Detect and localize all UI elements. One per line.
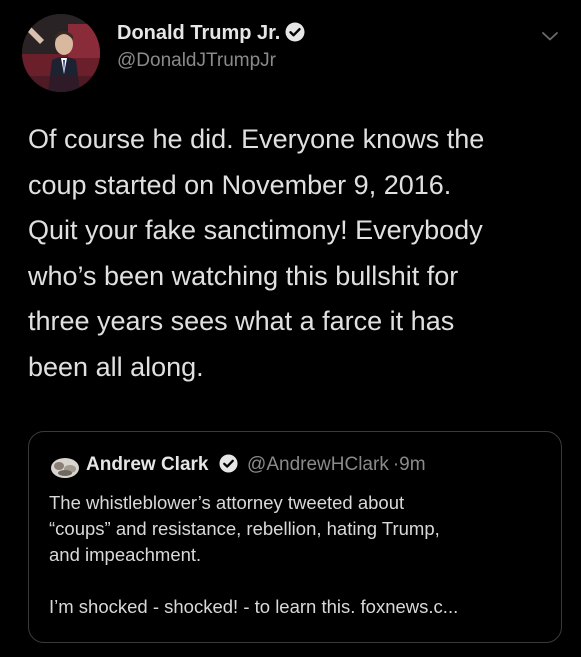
quoted-author-avatar — [50, 457, 80, 479]
verified-badge-icon — [219, 454, 238, 479]
verified-badge-icon — [285, 22, 305, 48]
quoted-text-line: The whistleblower’s attorney tweeted abo… — [49, 492, 405, 513]
tweet-text-line: coup started on November 9, 2016. — [28, 169, 452, 200]
quoted-author-name[interactable]: Andrew Clark — [86, 454, 208, 475]
tweet-text-line: been all along. — [28, 351, 204, 382]
author-name-row[interactable]: Donald Trump Jr. — [117, 22, 305, 48]
tweet-body: Of course he did. Everyone knows the cou… — [28, 117, 568, 390]
quoted-text-line: I’m shocked - shocked! - to learn this. … — [49, 596, 459, 617]
quoted-tweet-header: Andrew Clark @AndrewHClark ·9m — [86, 454, 426, 479]
quoted-tweet-body: The whistleblower’s attorney tweeted abo… — [49, 490, 554, 620]
quoted-text-line: “coups” and resistance, rebellion, hatin… — [49, 518, 440, 539]
tweet-text-line: Of course he did. Everyone knows the — [28, 124, 485, 154]
chevron-down-icon[interactable] — [541, 27, 559, 45]
tweet-text-line: three years sees what a farce it has — [28, 306, 455, 336]
quoted-text-line: and impeachment. — [49, 544, 202, 565]
quoted-timestamp: 9m — [399, 454, 426, 475]
quoted-author-handle[interactable]: @AndrewHClark — [247, 454, 389, 475]
quoted-tweet[interactable]: Andrew Clark @AndrewHClark ·9m The whistl… — [28, 431, 562, 643]
tweet-card: Donald Trump Jr. @DonaldJTrumpJr Of cour… — [0, 0, 581, 657]
author-handle[interactable]: @DonaldJTrumpJr — [117, 50, 276, 72]
author-avatar[interactable] — [22, 14, 100, 92]
tweet-text-line: Quit your fake sanctimony! Everybody — [28, 215, 483, 245]
tweet-text-line: who’s been watching this bullshit for — [28, 260, 459, 291]
avatar-photo — [22, 14, 100, 92]
author-name[interactable]: Donald Trump Jr. — [117, 22, 280, 44]
